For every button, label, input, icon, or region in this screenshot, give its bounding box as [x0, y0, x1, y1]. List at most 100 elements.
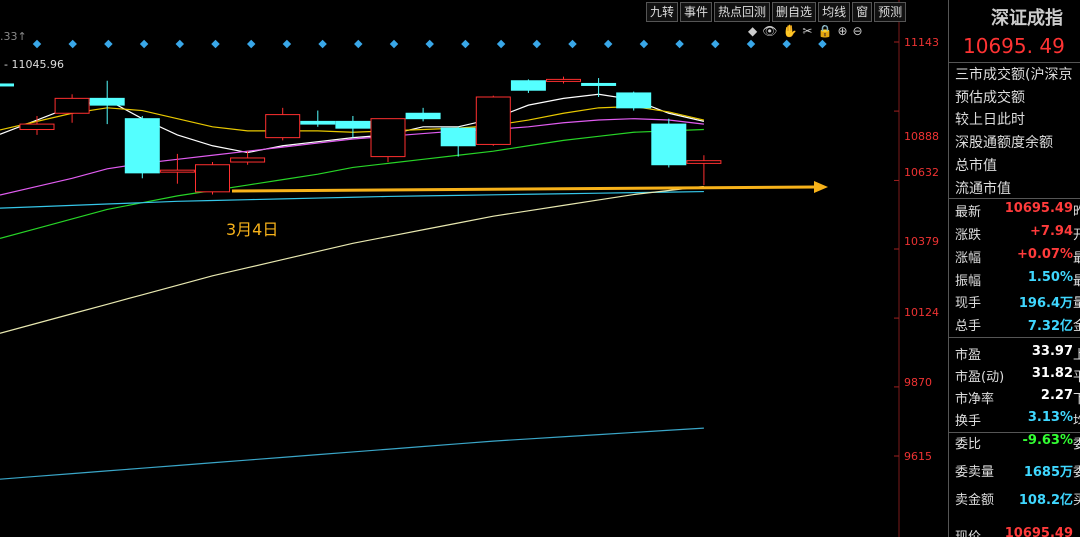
- price-axis-label: 9615: [904, 450, 932, 463]
- event-marker: [318, 39, 327, 49]
- event-marker: [139, 39, 149, 49]
- trend-arrow-line: [231, 185, 816, 193]
- candle-body: [124, 118, 160, 174]
- scissors-icon[interactable]: ✂: [802, 24, 812, 38]
- compare-label: 较上日此时: [955, 112, 1025, 128]
- turnover-label: 三市成交额(沪深京: [955, 67, 1073, 83]
- quote-row: 涨跌 +7.94开: [949, 222, 1080, 244]
- event-marker: [211, 39, 220, 49]
- divider: [949, 62, 1080, 63]
- event-marker: [425, 39, 434, 49]
- candle-body: [265, 114, 301, 139]
- quote-key: 涨幅: [955, 251, 982, 266]
- quote-tail: 平: [1073, 366, 1080, 385]
- candle-body: [0, 83, 14, 87]
- kline-chart-canvas[interactable]: [0, 0, 948, 537]
- tb-event-button[interactable]: 事件: [680, 2, 713, 22]
- event-marker: [496, 39, 506, 49]
- quote-row: 现价 10695.49: [949, 524, 1080, 537]
- ma-line: [0, 185, 704, 334]
- float-cap-label: 流通市值: [955, 181, 1011, 197]
- lock-icon[interactable]: 🔒: [817, 24, 832, 38]
- price-axis-label: 10632: [904, 166, 939, 179]
- candle-body: [651, 123, 687, 166]
- quote-value: 196.4万: [1018, 296, 1073, 311]
- event-marker: [639, 39, 649, 49]
- kline-chart[interactable]: .33↑ - 11045.96 3月4日 九转 事件 热点回测 删自选 均线 窗…: [0, 0, 948, 537]
- ma-value-label: - 11045.96: [4, 58, 64, 71]
- event-marker: [603, 39, 613, 49]
- date-annotation: 3月4日: [226, 220, 279, 239]
- quote-tail: 买: [1073, 489, 1080, 508]
- event-marker: [389, 39, 399, 49]
- quote-value: 10695.49: [1004, 201, 1073, 216]
- quote-key: 市盈(动): [955, 370, 1005, 385]
- price-axis-label: 9870: [904, 376, 932, 389]
- chart-toolbar: 九转 事件 热点回测 删自选 均线 窗 预测: [646, 2, 907, 22]
- event-marker: [711, 39, 720, 49]
- event-marker: [461, 39, 470, 49]
- tb-window-button[interactable]: 窗: [852, 2, 873, 22]
- candle-body: [89, 97, 125, 106]
- quote-key: 委卖量: [955, 465, 995, 480]
- quote-tail: 最: [1073, 270, 1080, 289]
- quote-value: 3.13%: [1027, 410, 1073, 425]
- event-marker: [818, 39, 827, 49]
- tb-ma-button[interactable]: 均线: [818, 2, 851, 22]
- candle-body: [581, 82, 617, 86]
- quote-row: 委比 -9.63%委: [949, 431, 1080, 453]
- candle-body: [159, 169, 195, 173]
- event-marker: [675, 39, 684, 49]
- quote-value: 33.97: [1031, 344, 1073, 359]
- estimated-turnover-label: 预估成交额: [955, 90, 1025, 106]
- ma-line: [0, 427, 704, 480]
- quote-row: 市盈 33.97上: [949, 342, 1080, 364]
- tb-hotspot-button[interactable]: 热点回测: [714, 2, 771, 22]
- market-cap-label: 总市值: [955, 158, 997, 174]
- diamond-icon[interactable]: ◆: [748, 24, 757, 38]
- ma-line: [0, 128, 704, 239]
- quote-row: 振幅 1.50%最: [949, 268, 1080, 290]
- zoom-in-icon[interactable]: ⊕: [837, 24, 847, 38]
- quote-key: 现手: [955, 296, 982, 311]
- event-marker: [568, 39, 577, 49]
- price-axis-label: 10888: [904, 130, 939, 143]
- quote-tail: 均: [1073, 410, 1080, 429]
- event-marker: [532, 39, 542, 49]
- candle-body: [686, 160, 722, 164]
- event-marker: [746, 39, 756, 49]
- quote-value: -9.63%: [1022, 433, 1074, 448]
- quote-key: 振幅: [955, 274, 982, 289]
- event-marker: [68, 39, 77, 49]
- candle-body: [300, 120, 336, 125]
- quote-value: +7.94: [1030, 224, 1073, 239]
- quote-row: 涨幅 +0.07%最: [949, 245, 1080, 267]
- divider: [949, 337, 1080, 338]
- trend-arrow-head: [814, 181, 828, 193]
- candle-body: [195, 164, 230, 193]
- quote-value: 1.50%: [1027, 270, 1073, 285]
- tb-remove-watchlist-button[interactable]: 删自选: [772, 2, 817, 22]
- quote-tail: 开: [1073, 224, 1080, 243]
- tb-jiuzhuan-button[interactable]: 九转: [646, 2, 679, 22]
- eye-icon[interactable]: 👁: [762, 24, 777, 38]
- quote-value: 108.2亿: [1018, 493, 1073, 508]
- candle-body: [19, 123, 55, 131]
- quote-key: 换手: [955, 414, 982, 429]
- event-marker: [782, 39, 791, 49]
- candle-body: [475, 96, 511, 145]
- quote-value: 31.82: [1031, 366, 1073, 381]
- quote-row: 总手 7.32亿金: [949, 313, 1080, 335]
- candle-body: [335, 120, 371, 129]
- candle-body: [510, 80, 546, 91]
- quote-value: 1685万: [1023, 465, 1073, 480]
- zoom-out-icon[interactable]: ⊖: [853, 24, 863, 38]
- hand-icon[interactable]: ✋: [782, 24, 797, 38]
- quote-value: 7.32亿: [1027, 319, 1073, 334]
- quote-row: 最新 10695.49昨: [949, 199, 1080, 221]
- quote-tail: 昨: [1073, 201, 1080, 220]
- quote-value: 2.27: [1040, 388, 1073, 403]
- quote-row: 市净率 2.27下: [949, 386, 1080, 408]
- quote-tail: 委: [1073, 433, 1080, 452]
- tb-forecast-button[interactable]: 预测: [874, 2, 907, 22]
